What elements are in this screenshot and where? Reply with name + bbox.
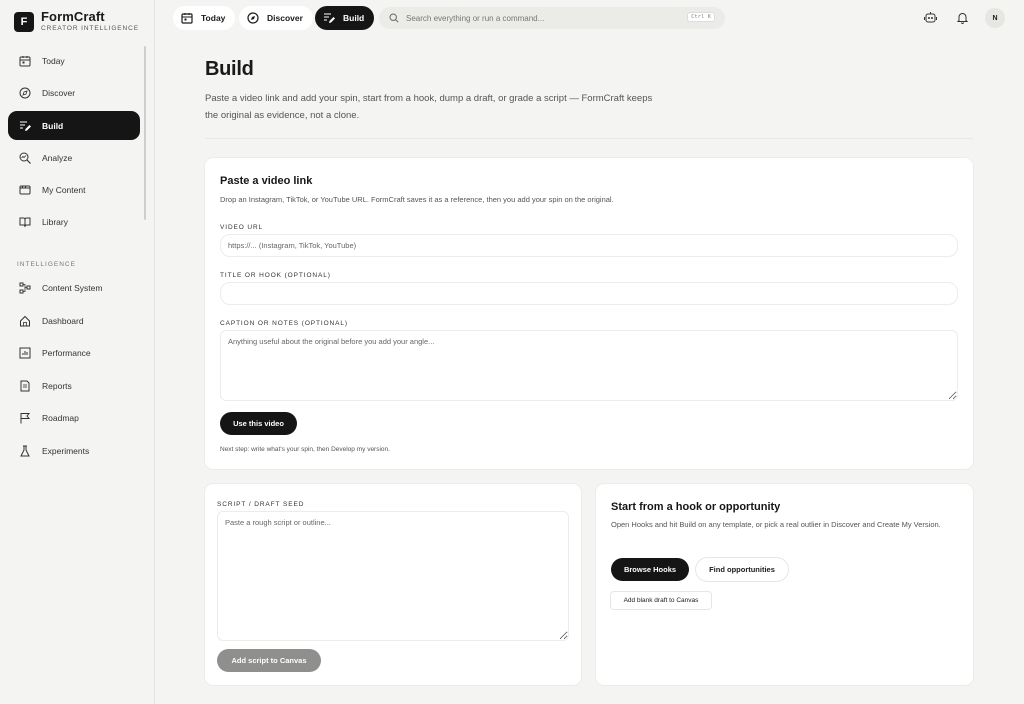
sidebar-item-content-system[interactable]: Content System [8, 273, 140, 302]
compass-icon [247, 12, 259, 24]
search-icon [389, 13, 399, 23]
hook-card-subtitle: Open Hooks and hit Build on any template… [611, 520, 941, 529]
video-url-input[interactable] [220, 234, 958, 257]
bell-icon[interactable] [955, 10, 969, 24]
tab-label: Today [201, 13, 226, 23]
search-placeholder: Search everything or run a command... [406, 13, 545, 23]
title-hook-label: TITLE OR HOOK (OPTIONAL) [220, 272, 331, 279]
sidebar-item-label: Content System [42, 282, 103, 293]
sidebar: F FormCraft CREATOR INTELLIGENCE Today D… [0, 0, 155, 704]
sidebar-item-label: Performance [42, 347, 91, 358]
compass-icon [18, 86, 31, 99]
sidebar-item-roadmap[interactable]: Roadmap [8, 403, 140, 432]
film-icon [18, 183, 31, 196]
tab-discover[interactable]: Discover [239, 6, 313, 30]
video-card-subtitle: Drop an Instagram, TikTok, or YouTube UR… [220, 195, 614, 204]
script-draft-label: SCRIPT / DRAFT SEED [217, 501, 305, 508]
book-icon [18, 215, 31, 228]
sidebar-item-label: Dashboard [42, 315, 84, 326]
flag-icon [18, 411, 31, 424]
next-step-hint: Next step: write what's your spin, then … [220, 446, 390, 453]
calendar-icon [181, 12, 193, 24]
sidebar-item-discover[interactable]: Discover [8, 78, 140, 107]
brand-tagline: CREATOR INTELLIGENCE [41, 25, 139, 32]
brand-text: FormCraft CREATOR INTELLIGENCE [41, 10, 139, 33]
caption-notes-label: CAPTION OR NOTES (OPTIONAL) [220, 320, 348, 327]
find-opportunities-button[interactable]: Find opportunities [696, 558, 788, 581]
edit-icon [323, 12, 335, 24]
sidebar-item-label: Today [42, 55, 65, 66]
chart-icon [18, 346, 31, 359]
video-card-title: Paste a video link [220, 175, 313, 187]
sidebar-item-label: Build [42, 120, 64, 131]
caption-notes-textarea[interactable] [220, 330, 958, 401]
search-shortcut: Ctrl K [687, 12, 715, 22]
sidebar-item-today[interactable]: Today [8, 46, 140, 75]
sidebar-item-label: Library [42, 216, 68, 227]
sidebar-item-build[interactable]: Build [8, 111, 140, 140]
sidebar-item-label: Reports [42, 380, 72, 391]
sidebar-item-dashboard[interactable]: Dashboard [8, 306, 140, 335]
sidebar-item-label: Experiments [42, 445, 90, 456]
video-link-card: Paste a video link Drop an Instagram, Ti… [205, 158, 973, 469]
sidebar-item-my-content[interactable]: My Content [8, 175, 140, 204]
assistant-icon[interactable] [923, 10, 937, 24]
sidebar-item-label: Analyze [42, 152, 73, 163]
flask-icon [18, 444, 31, 457]
flow-icon [18, 281, 31, 294]
brand-name: FormCraft [41, 9, 105, 24]
topbar: Today Discover Build Search everything o… [155, 0, 1024, 38]
add-blank-draft-button[interactable]: Add blank draft to Canvas [611, 592, 711, 609]
sidebar-item-label: Roadmap [42, 412, 79, 423]
avatar[interactable]: N [985, 8, 1005, 28]
video-url-label: VIDEO URL [220, 224, 264, 231]
tab-label: Build [343, 13, 365, 23]
use-video-button[interactable]: Use this video [220, 412, 297, 435]
sidebar-item-experiments[interactable]: Experiments [8, 436, 140, 465]
sidebar-section-label: INTELLIGENCE [17, 261, 76, 268]
tab-build[interactable]: Build [315, 6, 375, 30]
browse-hooks-button[interactable]: Browse Hooks [611, 558, 689, 581]
add-script-button[interactable]: Add script to Canvas [217, 649, 321, 672]
sidebar-item-label: My Content [42, 184, 86, 195]
title-hook-input[interactable] [220, 282, 958, 305]
formcraft-logo-icon: F [14, 11, 34, 32]
hook-card-title: Start from a hook or opportunity [611, 501, 781, 513]
header-divider [205, 138, 973, 139]
page-description: Paste a video link and add your spin, st… [205, 93, 653, 121]
tab-label: Discover [267, 13, 303, 23]
home-icon [18, 314, 31, 327]
sidebar-item-label: Discover [42, 87, 76, 98]
sidebar-item-library[interactable]: Library [8, 207, 140, 236]
brand-logo[interactable]: F FormCraft CREATOR INTELLIGENCE [14, 10, 139, 33]
sidebar-scrollbar[interactable] [144, 46, 146, 220]
tab-today[interactable]: Today [173, 6, 236, 30]
edit-icon [18, 119, 31, 132]
sidebar-item-analyze[interactable]: Analyze [8, 143, 140, 172]
sidebar-item-performance[interactable]: Performance [8, 338, 140, 367]
script-draft-card: SCRIPT / DRAFT SEED Add script to Canvas [205, 484, 581, 685]
sidebar-item-reports[interactable]: Reports [8, 371, 140, 400]
search-bar[interactable]: Search everything or run a command... Ct… [379, 7, 725, 29]
analyze-icon [18, 151, 31, 164]
report-icon [18, 379, 31, 392]
page-title: Build [205, 58, 254, 80]
script-draft-textarea[interactable] [217, 511, 569, 641]
calendar-icon [18, 54, 31, 67]
hook-opportunity-card: Start from a hook or opportunity Open Ho… [596, 484, 973, 685]
